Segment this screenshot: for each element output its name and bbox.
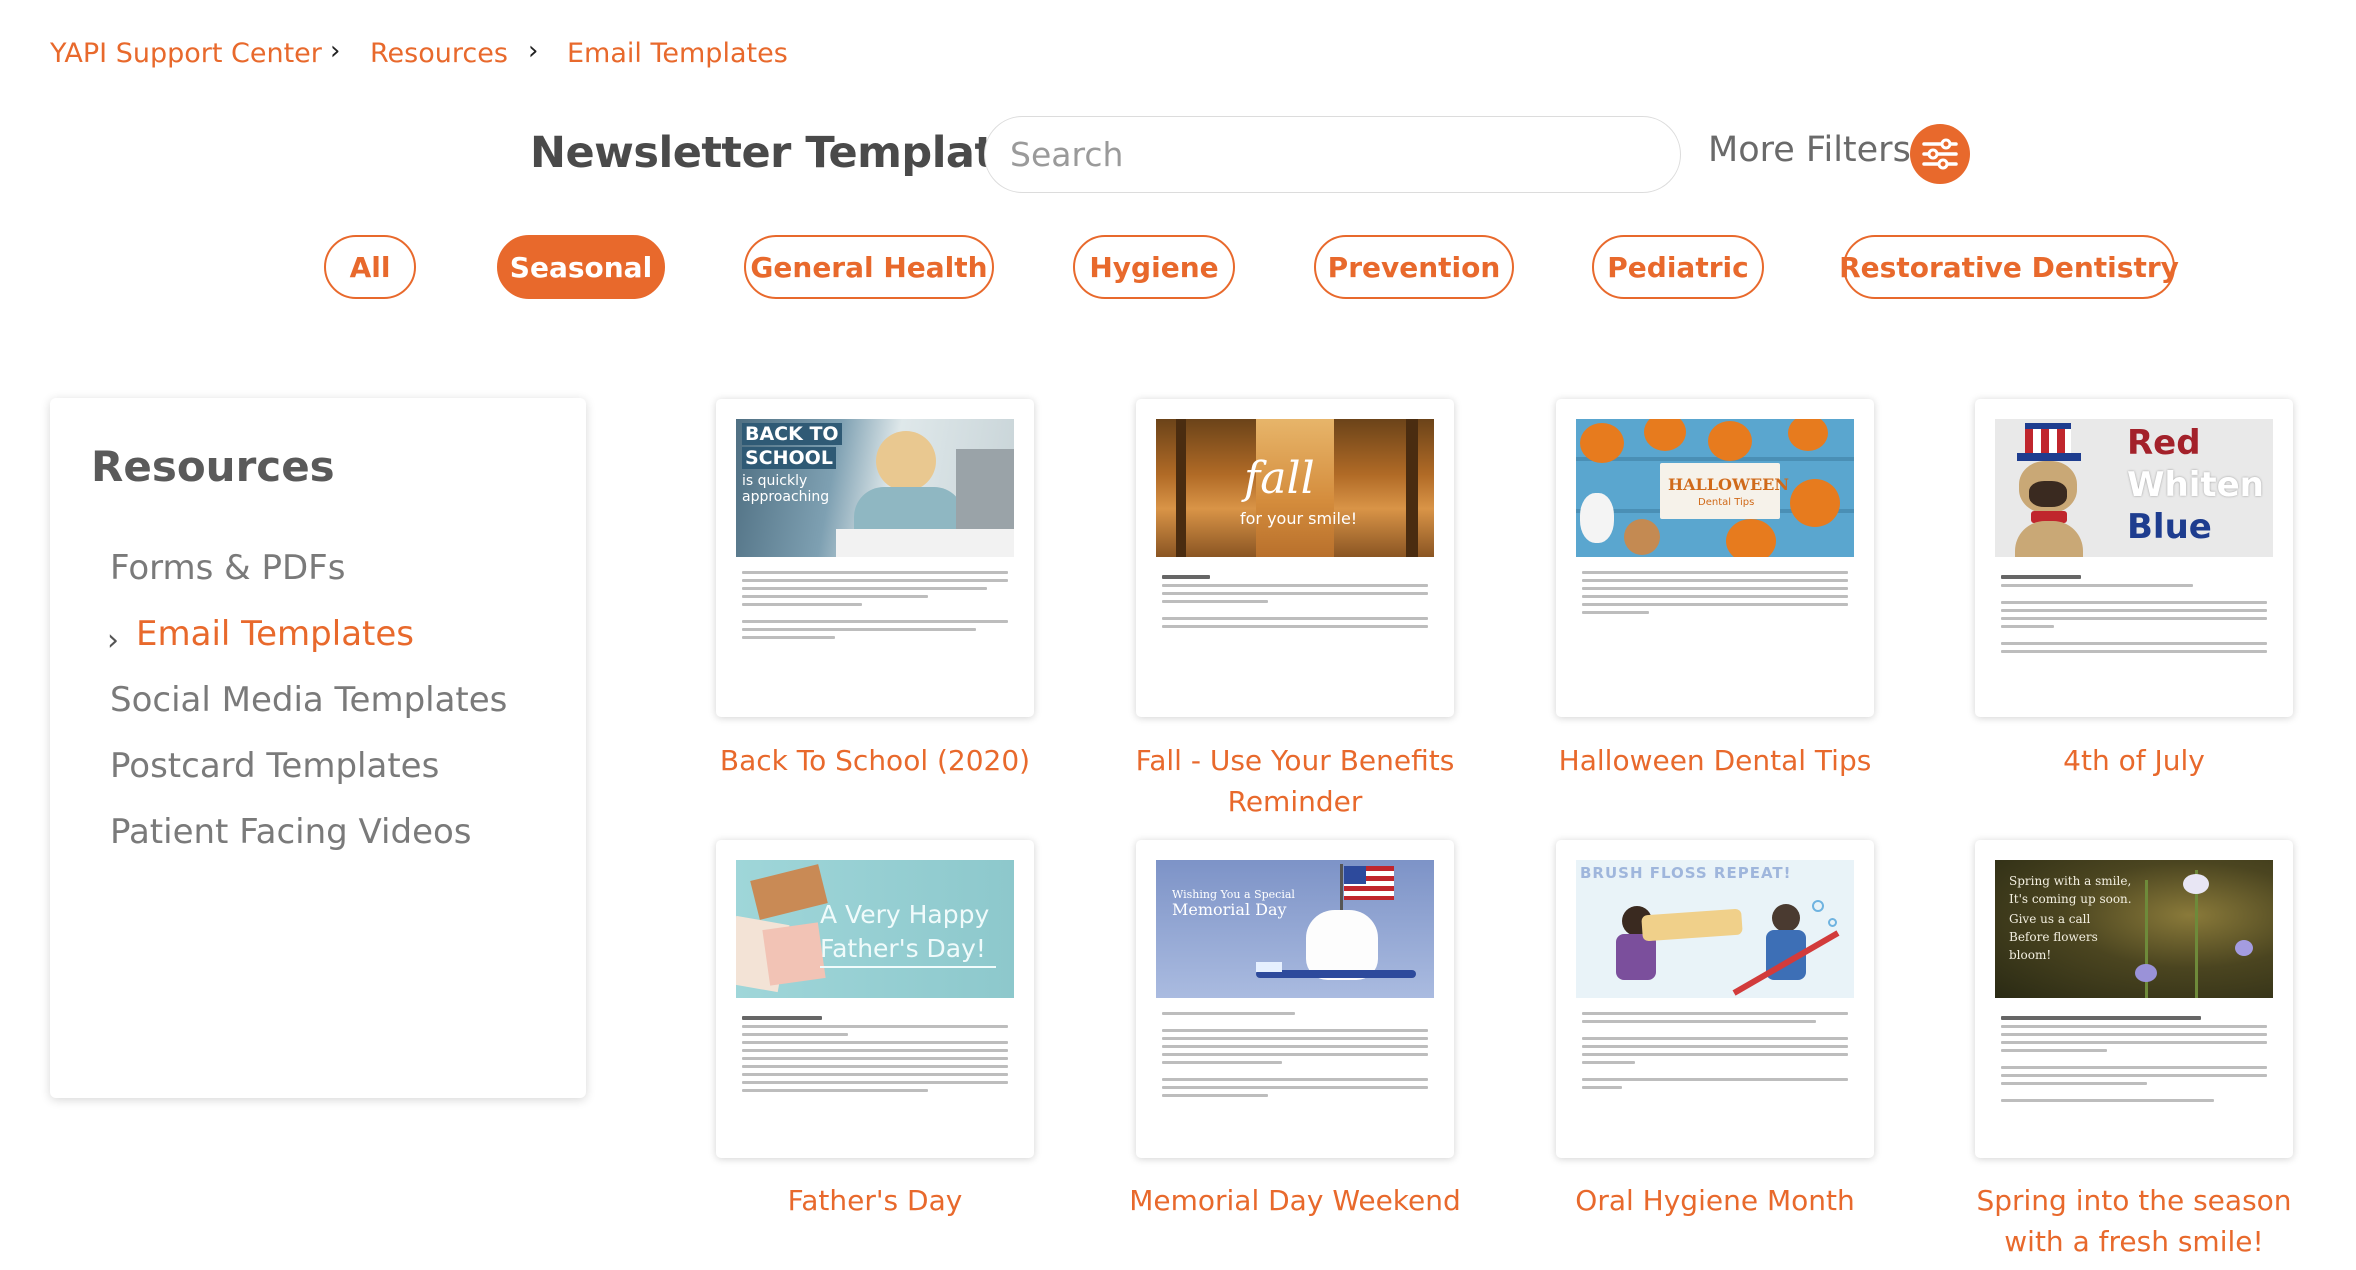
search-input[interactable] bbox=[984, 116, 1681, 193]
template-thumbnail: HALLOWEEN Dental Tips bbox=[1576, 419, 1854, 557]
template-card-4th-of-july[interactable]: Red Whiten Blue bbox=[1975, 399, 2293, 717]
sliders-icon bbox=[1922, 138, 1958, 170]
sidebar-item-forms-pdfs[interactable]: Forms & PDFs bbox=[110, 548, 345, 588]
breadcrumb-support-center[interactable]: YAPI Support Center bbox=[50, 38, 322, 69]
template-thumbnail: Spring with a smile, It's coming up soon… bbox=[1995, 860, 2273, 998]
filter-general-health[interactable]: General Health bbox=[744, 235, 994, 299]
template-thumbnail: Wishing You a Special Memorial Day bbox=[1156, 860, 1434, 998]
sidebar-item-patient-facing-videos[interactable]: Patient Facing Videos bbox=[110, 812, 472, 852]
more-filters-button[interactable] bbox=[1910, 124, 1970, 184]
filter-prevention[interactable]: Prevention bbox=[1314, 235, 1514, 299]
filter-pediatric[interactable]: Pediatric bbox=[1592, 235, 1764, 299]
template-thumbnail: fall for your smile! bbox=[1156, 419, 1434, 557]
template-preview-text bbox=[1162, 1012, 1428, 1102]
template-card-back-to-school[interactable]: BACK TO SCHOOL is quickly approaching bbox=[716, 399, 1034, 717]
sidebar-item-social-media-templates[interactable]: Social Media Templates bbox=[110, 680, 507, 720]
template-caption[interactable]: Father's Day bbox=[665, 1180, 1085, 1221]
template-caption[interactable]: Back To School (2020) bbox=[665, 740, 1085, 781]
template-caption[interactable]: Fall - Use Your Benefits Reminder bbox=[1085, 740, 1505, 822]
template-caption[interactable]: 4th of July bbox=[1924, 740, 2344, 781]
chevron-right-icon: › bbox=[330, 36, 341, 66]
template-preview-text bbox=[2001, 571, 2267, 658]
template-thumbnail: BACK TO SCHOOL is quickly approaching bbox=[736, 419, 1014, 557]
chevron-right-icon: › bbox=[107, 623, 119, 658]
template-card-spring[interactable]: Spring with a smile, It's coming up soon… bbox=[1975, 840, 2293, 1158]
template-preview-text bbox=[1582, 571, 1848, 619]
template-card-oral-hygiene-month[interactable]: BRUSH FLOSS REPEAT! bbox=[1556, 840, 1874, 1158]
more-filters-label[interactable]: More Filters bbox=[1708, 130, 1911, 170]
template-thumbnail: BRUSH FLOSS REPEAT! bbox=[1576, 860, 1854, 998]
template-card-halloween[interactable]: HALLOWEEN Dental Tips bbox=[1556, 399, 1874, 717]
filter-all[interactable]: All bbox=[324, 235, 416, 299]
filter-seasonal[interactable]: Seasonal bbox=[497, 235, 665, 299]
template-card-fall-benefits[interactable]: fall for your smile! bbox=[1136, 399, 1454, 717]
breadcrumb-resources[interactable]: Resources bbox=[370, 38, 508, 69]
template-preview-text bbox=[742, 571, 1008, 644]
template-card-fathers-day[interactable]: A Very Happy Father's Day! bbox=[716, 840, 1034, 1158]
template-thumbnail: Red Whiten Blue bbox=[1995, 419, 2273, 557]
template-preview-text bbox=[1582, 1012, 1848, 1094]
sidebar-title: Resources bbox=[91, 442, 335, 491]
template-preview-text bbox=[742, 1012, 1008, 1097]
resources-sidebar: Resources Forms & PDFs › Email Templates… bbox=[50, 398, 586, 1098]
template-thumbnail: A Very Happy Father's Day! bbox=[736, 860, 1014, 998]
template-caption[interactable]: Memorial Day Weekend bbox=[1085, 1180, 1505, 1221]
filter-hygiene[interactable]: Hygiene bbox=[1073, 235, 1235, 299]
filter-restorative-dentistry[interactable]: Restorative Dentistry bbox=[1839, 235, 2179, 299]
template-card-memorial-day[interactable]: Wishing You a Special Memorial Day bbox=[1136, 840, 1454, 1158]
template-preview-text bbox=[1162, 571, 1428, 633]
breadcrumb-email-templates[interactable]: Email Templates bbox=[567, 38, 788, 69]
template-preview-text bbox=[2001, 1012, 2267, 1107]
chevron-right-icon: › bbox=[528, 36, 539, 66]
sidebar-item-email-templates[interactable]: Email Templates bbox=[136, 614, 414, 654]
sidebar-item-postcard-templates[interactable]: Postcard Templates bbox=[110, 746, 439, 786]
template-caption[interactable]: Halloween Dental Tips bbox=[1505, 740, 1925, 781]
page-title: Newsletter Templates bbox=[530, 128, 1049, 178]
template-caption[interactable]: Oral Hygiene Month bbox=[1505, 1180, 1925, 1221]
template-caption[interactable]: Spring into the season with a fresh smil… bbox=[1924, 1180, 2344, 1262]
